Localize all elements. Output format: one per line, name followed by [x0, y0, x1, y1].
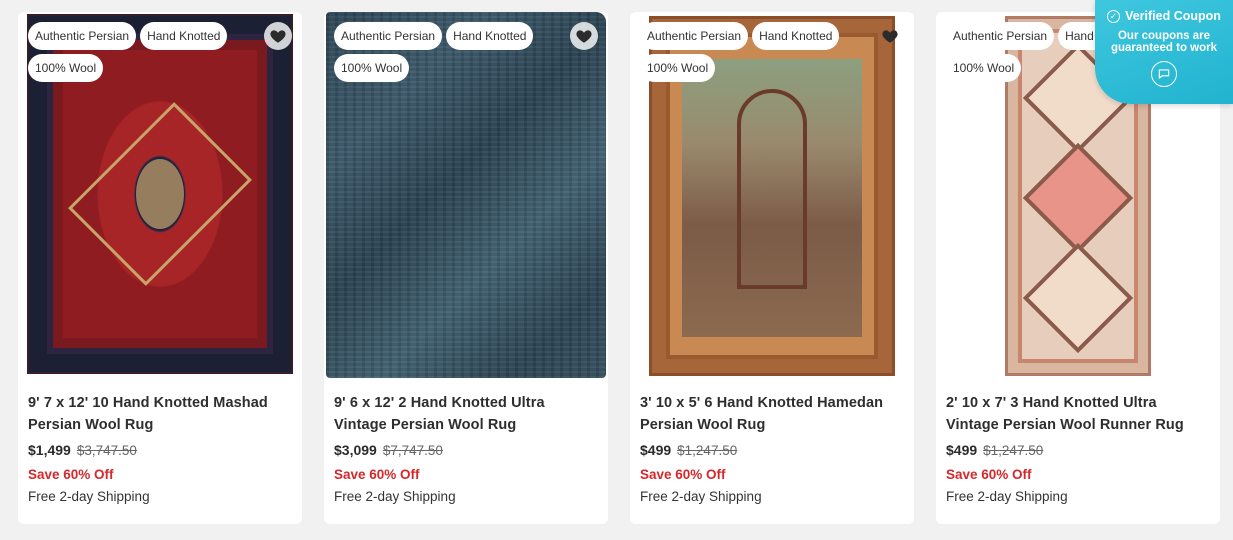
- original-price: $1,247.50: [677, 443, 738, 458]
- coupon-subtitle: Our coupons are guaranteed to work: [1110, 30, 1218, 54]
- product-title[interactable]: 3' 10 x 5' 6 Hand Knotted Hamedan Persia…: [640, 392, 904, 436]
- product-card[interactable]: Authentic Persian Hand Knotted 100% Wool…: [18, 12, 302, 524]
- product-badges: Authentic Persian Hand Knotted 100% Wool: [28, 22, 248, 82]
- heart-icon: [270, 30, 286, 43]
- original-price: $3,747.50: [76, 443, 137, 458]
- price-row: $1,499 $3,747.50: [28, 442, 292, 458]
- chat-bubble-icon[interactable]: [1151, 61, 1177, 87]
- badge-authentic: Authentic Persian: [334, 22, 443, 50]
- shipping-label: Free 2-day Shipping: [28, 489, 150, 504]
- coupon-header: ✓ Verified Coupon: [1095, 9, 1233, 23]
- original-price: $1,247.50: [983, 443, 1044, 458]
- price-row: $3,099 $7,747.50: [334, 442, 598, 458]
- badge-wool: 100% Wool: [334, 54, 410, 82]
- product-grid: Authentic Persian Hand Knotted 100% Wool…: [18, 12, 1220, 524]
- heart-icon: [882, 30, 898, 43]
- product-card[interactable]: Authentic Persian Hand Knotted 100% Wool…: [324, 12, 608, 524]
- badge-wool: 100% Wool: [946, 54, 1022, 82]
- badge-hand-knotted: Hand Knotted: [446, 22, 534, 50]
- product-title[interactable]: 9' 6 x 12' 2 Hand Knotted Ultra Vintage …: [334, 392, 598, 436]
- product-info: 9' 7 x 12' 10 Hand Knotted Mashad Persia…: [28, 392, 292, 504]
- shipping-label: Free 2-day Shipping: [640, 489, 762, 504]
- favorite-button[interactable]: [264, 22, 292, 50]
- badge-authentic: Authentic Persian: [946, 22, 1055, 50]
- badge-hand-knotted: Hand Knotted: [140, 22, 228, 50]
- discount-label: Save 60% Off: [640, 467, 726, 482]
- badge-hand-knotted: Hand Knotted: [752, 22, 840, 50]
- product-info: 3' 10 x 5' 6 Hand Knotted Hamedan Persia…: [640, 392, 904, 504]
- heart-icon: [576, 30, 592, 43]
- product-card[interactable]: Authentic Persian Hand Knotted 100% Wool…: [630, 12, 914, 524]
- verified-coupon-widget[interactable]: ✓ Verified Coupon Our coupons are guaran…: [1095, 0, 1233, 104]
- coupon-title: Verified Coupon: [1125, 9, 1221, 23]
- favorite-button[interactable]: [876, 22, 904, 50]
- product-badges: Authentic Persian Hand Knotted 100% Wool: [334, 22, 554, 82]
- badge-wool: 100% Wool: [640, 54, 716, 82]
- price-row: $499 $1,247.50: [640, 442, 904, 458]
- shipping-label: Free 2-day Shipping: [946, 489, 1068, 504]
- sale-price: $1,499: [28, 442, 71, 458]
- discount-label: Save 60% Off: [28, 467, 114, 482]
- shipping-label: Free 2-day Shipping: [334, 489, 456, 504]
- price-row: $499 $1,247.50: [946, 442, 1210, 458]
- discount-label: Save 60% Off: [946, 467, 1032, 482]
- original-price: $7,747.50: [382, 443, 443, 458]
- badge-authentic: Authentic Persian: [640, 22, 749, 50]
- favorite-button[interactable]: [570, 22, 598, 50]
- product-info: 9' 6 x 12' 2 Hand Knotted Ultra Vintage …: [334, 392, 598, 504]
- product-info: 2' 10 x 7' 3 Hand Knotted Ultra Vintage …: [946, 392, 1210, 504]
- badge-authentic: Authentic Persian: [28, 22, 137, 50]
- check-circle-icon: ✓: [1107, 9, 1121, 23]
- discount-label: Save 60% Off: [334, 467, 420, 482]
- badge-wool: 100% Wool: [28, 54, 104, 82]
- product-title[interactable]: 2' 10 x 7' 3 Hand Knotted Ultra Vintage …: [946, 392, 1210, 436]
- sale-price: $499: [946, 442, 978, 458]
- product-title[interactable]: 9' 7 x 12' 10 Hand Knotted Mashad Persia…: [28, 392, 292, 436]
- sale-price: $499: [640, 442, 672, 458]
- product-badges: Authentic Persian Hand Knotted 100% Wool: [640, 22, 860, 82]
- sale-price: $3,099: [334, 442, 377, 458]
